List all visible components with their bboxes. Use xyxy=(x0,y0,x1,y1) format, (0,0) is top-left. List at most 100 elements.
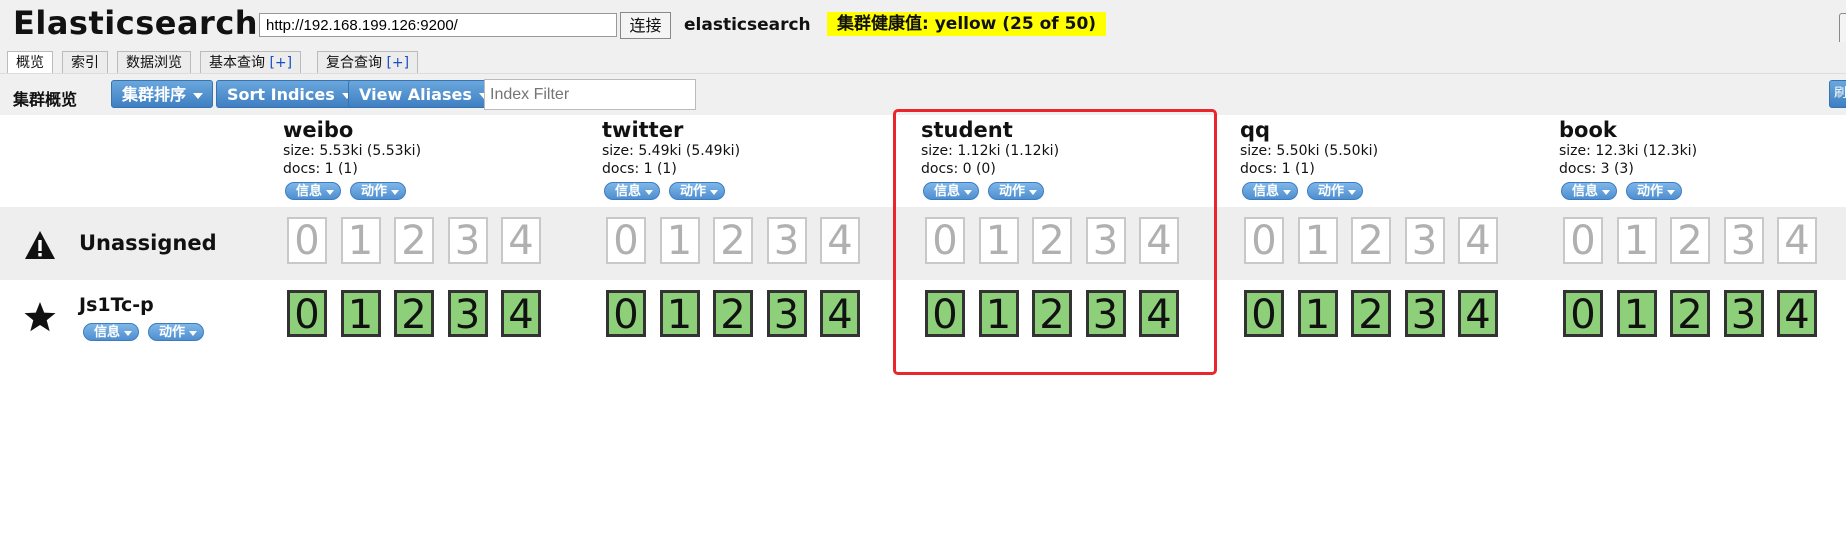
index-action-label: 动作 xyxy=(1637,184,1664,199)
view-aliases-button[interactable]: View Aliases xyxy=(348,80,499,108)
shard-unassigned[interactable]: 1 xyxy=(1297,217,1338,264)
shard-unassigned[interactable]: 3 xyxy=(766,217,807,264)
shard-unassigned[interactable]: 1 xyxy=(340,217,381,264)
index-action-button[interactable]: 动作 xyxy=(1626,182,1683,200)
shard-unassigned[interactable]: 4 xyxy=(820,217,860,264)
shard-started[interactable]: 3 xyxy=(1404,290,1445,337)
shard-unassigned[interactable]: 1 xyxy=(978,217,1019,264)
index-actions: 信息 动作 xyxy=(1242,180,1378,200)
shard-unassigned[interactable]: 2 xyxy=(394,217,434,264)
unassigned-label: Unassigned xyxy=(79,231,217,255)
shard-unassigned[interactable]: 3 xyxy=(447,217,488,264)
shard-unassigned[interactable]: 3 xyxy=(1085,217,1126,264)
shard-started[interactable]: 4 xyxy=(1458,290,1498,337)
shard-started[interactable]: 0 xyxy=(287,290,327,337)
node-name: Js1Tc-p xyxy=(79,294,154,316)
shard-started[interactable]: 2 xyxy=(1032,290,1072,337)
shard-unassigned[interactable]: 4 xyxy=(501,217,541,264)
shard-started[interactable]: 1 xyxy=(340,290,381,337)
shard-started[interactable]: 1 xyxy=(1616,290,1657,337)
cluster-url-input[interactable] xyxy=(259,13,617,37)
index-name: book xyxy=(1559,118,1617,142)
shard-unassigned[interactable]: 3 xyxy=(1404,217,1445,264)
index-action-button[interactable]: 动作 xyxy=(350,182,407,200)
tab-basic-query[interactable]: 基本查询 [+] xyxy=(200,51,302,73)
shard-started[interactable]: 3 xyxy=(1085,290,1126,337)
shard-started[interactable]: 0 xyxy=(606,290,646,337)
index-size: size: 1.12ki (1.12ki) xyxy=(921,143,1060,159)
shard-unassigned[interactable]: 2 xyxy=(1670,217,1710,264)
shard-started[interactable]: 3 xyxy=(1723,290,1764,337)
tab-overview[interactable]: 概览 xyxy=(7,51,53,73)
shard-unassigned[interactable]: 0 xyxy=(1244,217,1284,264)
sort-cluster-button[interactable]: 集群排序 xyxy=(111,80,214,108)
shard-started[interactable]: 4 xyxy=(820,290,860,337)
sort-indices-button[interactable]: Sort Indices xyxy=(216,80,362,108)
shard-started[interactable]: 2 xyxy=(394,290,434,337)
node-action-button[interactable]: 动作 xyxy=(148,323,205,341)
index-docs: docs: 1 (1) xyxy=(1240,161,1315,177)
tab-indices-label: 索引 xyxy=(71,55,99,71)
shard-unassigned[interactable]: 0 xyxy=(1563,217,1603,264)
index-filter-input[interactable] xyxy=(484,79,696,110)
tab-indices[interactable]: 索引 xyxy=(62,51,108,73)
node-actions: 信息 动作 xyxy=(83,321,213,341)
shard-started[interactable]: 1 xyxy=(659,290,700,337)
index-column: twitter size: 5.49ki (5.49ki) docs: 1 (1) 信… xyxy=(602,118,740,200)
index-info-button[interactable]: 信息 xyxy=(923,182,980,200)
shard-started[interactable]: 2 xyxy=(1351,290,1391,337)
index-action-label: 动作 xyxy=(361,184,388,199)
shard-unassigned[interactable]: 2 xyxy=(713,217,753,264)
node-info-button[interactable]: 信息 xyxy=(83,323,140,341)
tab-browser[interactable]: 数据浏览 xyxy=(117,51,191,73)
shard-started[interactable]: 1 xyxy=(1297,290,1338,337)
shard-unassigned[interactable]: 2 xyxy=(1032,217,1072,264)
shard-unassigned[interactable]: 0 xyxy=(606,217,646,264)
index-info-button[interactable]: 信息 xyxy=(1561,182,1618,200)
shard-unassigned[interactable]: 0 xyxy=(287,217,327,264)
index-size: size: 5.50ki (5.50ki) xyxy=(1240,143,1379,159)
shard-unassigned[interactable]: 3 xyxy=(1723,217,1764,264)
shard-started[interactable]: 2 xyxy=(1670,290,1710,337)
tab-browser-label: 数据浏览 xyxy=(126,55,182,71)
shard-started[interactable]: 2 xyxy=(713,290,753,337)
shard-unassigned[interactable]: 2 xyxy=(1351,217,1391,264)
refresh-button[interactable]: 刷 xyxy=(1829,80,1846,108)
shard-started[interactable]: 0 xyxy=(925,290,965,337)
shard-started[interactable]: 0 xyxy=(1244,290,1284,337)
index-action-button[interactable]: 动作 xyxy=(669,182,726,200)
index-info-button[interactable]: 信息 xyxy=(604,182,661,200)
index-info-label: 信息 xyxy=(1572,184,1599,199)
tab-compound-query[interactable]: 复合查询 [+] xyxy=(317,51,419,73)
index-info-button[interactable]: 信息 xyxy=(1242,182,1299,200)
index-action-button[interactable]: 动作 xyxy=(988,182,1045,200)
chevron-down-icon xyxy=(710,190,719,195)
shard-unassigned[interactable]: 1 xyxy=(659,217,700,264)
shard-unassigned[interactable]: 4 xyxy=(1458,217,1498,264)
tab-compound-query-plus[interactable]: [+] xyxy=(386,55,409,71)
shard-unassigned[interactable]: 4 xyxy=(1777,217,1817,264)
index-size: size: 5.49ki (5.49ki) xyxy=(602,143,741,159)
shard-started[interactable]: 1 xyxy=(978,290,1019,337)
index-actions: 信息 动作 xyxy=(604,180,740,200)
connect-button[interactable]: 连接 xyxy=(620,12,671,39)
index-name: qq xyxy=(1240,118,1271,142)
shard-unassigned[interactable]: 4 xyxy=(1139,217,1179,264)
index-docs: docs: 1 (1) xyxy=(602,161,677,177)
chevron-down-icon xyxy=(1602,190,1611,195)
clipped-edge-control[interactable] xyxy=(1839,13,1846,45)
shard-started[interactable]: 4 xyxy=(1777,290,1817,337)
shard-started[interactable]: 3 xyxy=(766,290,807,337)
tab-basic-query-plus[interactable]: [+] xyxy=(269,55,292,71)
index-action-button[interactable]: 动作 xyxy=(1307,182,1364,200)
shard-started[interactable]: 4 xyxy=(501,290,541,337)
node-action-label: 动作 xyxy=(159,325,186,340)
index-actions: 信息 动作 xyxy=(1561,180,1697,200)
shard-unassigned[interactable]: 1 xyxy=(1616,217,1657,264)
shard-started[interactable]: 3 xyxy=(447,290,488,337)
shard-unassigned[interactable]: 0 xyxy=(925,217,965,264)
shard-started[interactable]: 4 xyxy=(1139,290,1179,337)
shard-started[interactable]: 0 xyxy=(1563,290,1603,337)
index-info-button[interactable]: 信息 xyxy=(285,182,342,200)
index-docs: docs: 3 (3) xyxy=(1559,161,1634,177)
